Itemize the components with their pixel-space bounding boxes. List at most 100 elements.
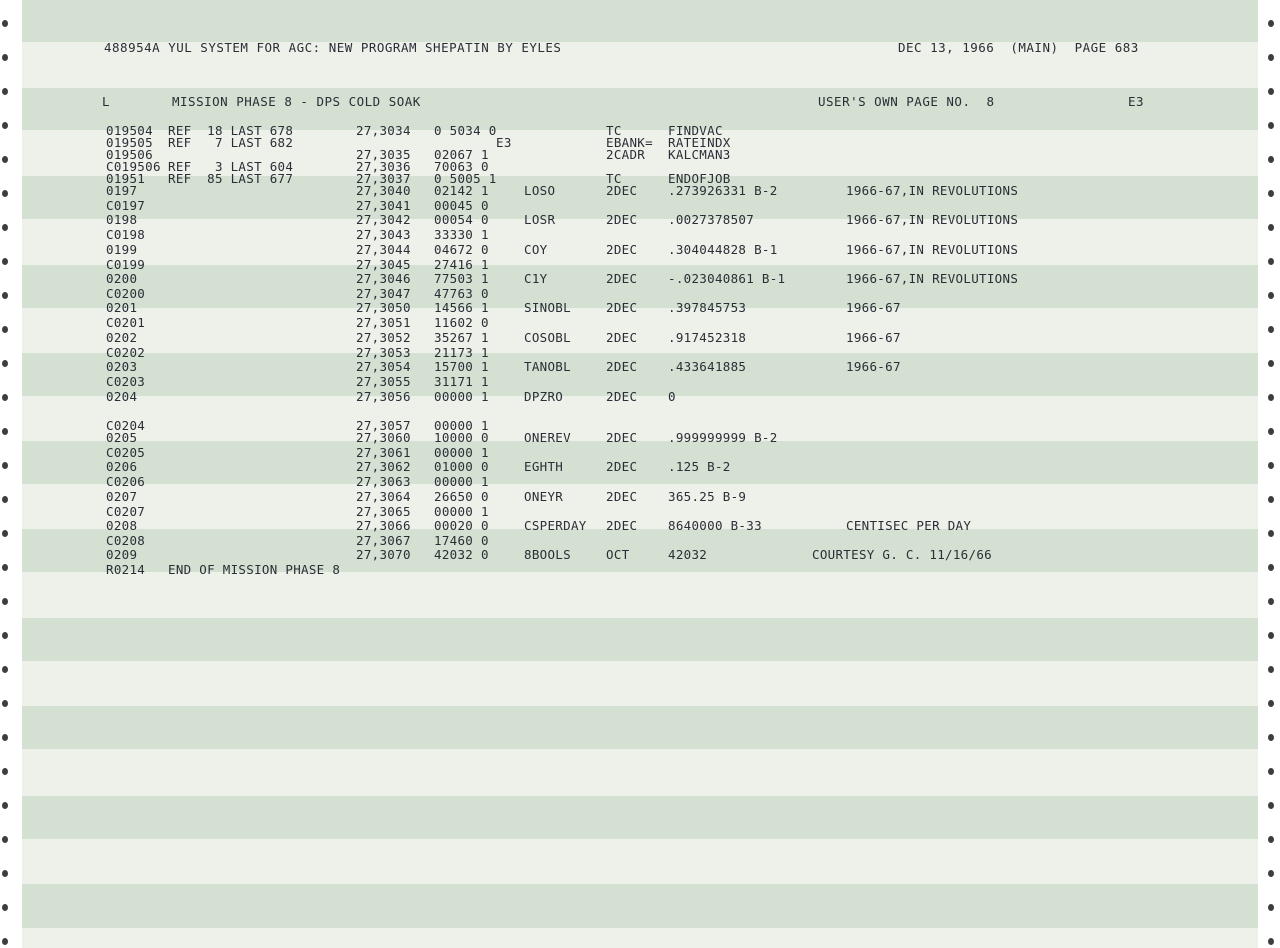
address-cell: 27,3062 (356, 459, 411, 474)
location-cell: C0205 (106, 445, 146, 460)
opcode-cell: 2DEC (606, 212, 638, 227)
label-cell: ONEYR (524, 489, 564, 504)
feed-hole (2, 598, 8, 605)
feed-hole (1268, 360, 1274, 367)
address-cell: 27,3065 (356, 504, 411, 519)
address-cell: 27,3042 (356, 212, 411, 227)
operand-cell: .304044828 B-1 (668, 242, 778, 257)
octal-cell: 15700 1 (434, 359, 489, 374)
opcode-cell: 2DEC (606, 300, 638, 315)
opcode-cell: 2DEC (606, 389, 638, 404)
comment-cell: 1966-67,IN REVOLUTIONS (846, 212, 1019, 227)
address-cell: 27,3060 (356, 430, 411, 445)
feed-hole (1268, 258, 1274, 265)
address-cell: 27,3051 (356, 315, 411, 330)
octal-cell: 00000 1 (434, 445, 489, 460)
feed-hole (1268, 564, 1274, 571)
feed-hole (1268, 598, 1274, 605)
opcode-cell: 2DEC (606, 459, 638, 474)
location-cell: C0201 (106, 315, 146, 330)
mission-phase-title: MISSION PHASE 8 - DPS COLD SOAK (172, 94, 421, 109)
feed-hole (2, 292, 8, 299)
operand-cell: .999999999 B-2 (668, 430, 778, 445)
location-cell: 0201 (106, 300, 138, 315)
location-cell: 0200 (106, 271, 138, 286)
address-cell: 27,3045 (356, 257, 411, 272)
operand-cell: .125 B-2 (668, 459, 731, 474)
feed-hole (1268, 530, 1274, 537)
feed-hole (1268, 904, 1274, 911)
green-band (22, 441, 1258, 484)
octal-cell: 14566 1 (434, 300, 489, 315)
feed-hole (2, 666, 8, 673)
comment-cell: 1966-67 (846, 359, 901, 374)
operand-cell: .917452318 (668, 330, 747, 345)
feed-hole (2, 802, 8, 809)
comment-cell: 1966-67,IN REVOLUTIONS (846, 183, 1019, 198)
feed-hole (2, 224, 8, 231)
address-cell: 27,3044 (356, 242, 411, 257)
address-cell: 27,3056 (356, 389, 411, 404)
octal-cell: 27416 1 (434, 257, 489, 272)
green-band (22, 353, 1258, 396)
listing-header-right: DEC 13, 1966 (MAIN) PAGE 683 (898, 40, 1139, 55)
location-cell: R0214 (106, 562, 146, 577)
feed-hole (2, 122, 8, 129)
location-cell: 0205 (106, 430, 138, 445)
feed-hole (2, 326, 8, 333)
opcode-cell: 2DEC (606, 183, 638, 198)
comment-cell: 1966-67,IN REVOLUTIONS (846, 242, 1019, 257)
location-cell: 0207 (106, 489, 138, 504)
listing-type: L (102, 94, 111, 109)
feed-hole (2, 938, 8, 945)
feed-hole (2, 734, 8, 741)
address-cell: 27,3070 (356, 547, 411, 562)
octal-cell: 17460 0 (434, 533, 489, 548)
octal-cell: 33330 1 (434, 227, 489, 242)
opcode-cell: 2DEC (606, 489, 638, 504)
feed-hole (2, 904, 8, 911)
feed-hole (1268, 326, 1274, 333)
feed-hole (2, 156, 8, 163)
address-cell: 27,3054 (356, 359, 411, 374)
feed-hole (1268, 666, 1274, 673)
address-cell: 27,3064 (356, 489, 411, 504)
location-cell: 0199 (106, 242, 138, 257)
feed-hole (2, 428, 8, 435)
operand-cell: -.023040861 B-1 (668, 271, 786, 286)
operand-cell: .397845753 (668, 300, 747, 315)
location-cell: 0197 (106, 183, 138, 198)
operand-cell: .0027378507 (668, 212, 755, 227)
label-cell: C1Y (524, 271, 548, 286)
reference-cell: END OF MISSION PHASE 8 (168, 562, 341, 577)
address-cell: 27,3063 (356, 474, 411, 489)
comment-cell: COURTESY G. C. 11/16/66 (812, 547, 992, 562)
location-cell: C0199 (106, 257, 146, 272)
feed-hole (2, 496, 8, 503)
address-cell: 27,3066 (356, 518, 411, 533)
octal-cell: 77503 1 (434, 271, 489, 286)
label-cell: TANOBL (524, 359, 571, 374)
feed-hole (2, 190, 8, 197)
location-cell: 0202 (106, 330, 138, 345)
octal-cell: 10000 0 (434, 430, 489, 445)
opcode-cell: 2CADR (606, 147, 646, 162)
green-band (22, 265, 1258, 308)
feed-hole (1268, 734, 1274, 741)
location-cell: 0204 (106, 389, 138, 404)
location-cell: 0198 (106, 212, 138, 227)
user-page-number: USER'S OWN PAGE NO. 8 (818, 94, 995, 109)
operand-cell: 0 (668, 389, 676, 404)
reference-cell: REF 85 LAST 677 (168, 171, 294, 186)
octal-cell: 00020 0 (434, 518, 489, 533)
octal-cell: 47763 0 (434, 286, 489, 301)
opcode-cell: 2DEC (606, 518, 638, 533)
address-cell: 27,3050 (356, 300, 411, 315)
octal-cell: 00045 0 (434, 198, 489, 213)
feed-hole (1268, 462, 1274, 469)
opcode-cell: 2DEC (606, 430, 638, 445)
feed-hole (1268, 54, 1274, 61)
feed-hole (2, 394, 8, 401)
octal-cell: E3 (496, 135, 512, 150)
octal-cell: 35267 1 (434, 330, 489, 345)
